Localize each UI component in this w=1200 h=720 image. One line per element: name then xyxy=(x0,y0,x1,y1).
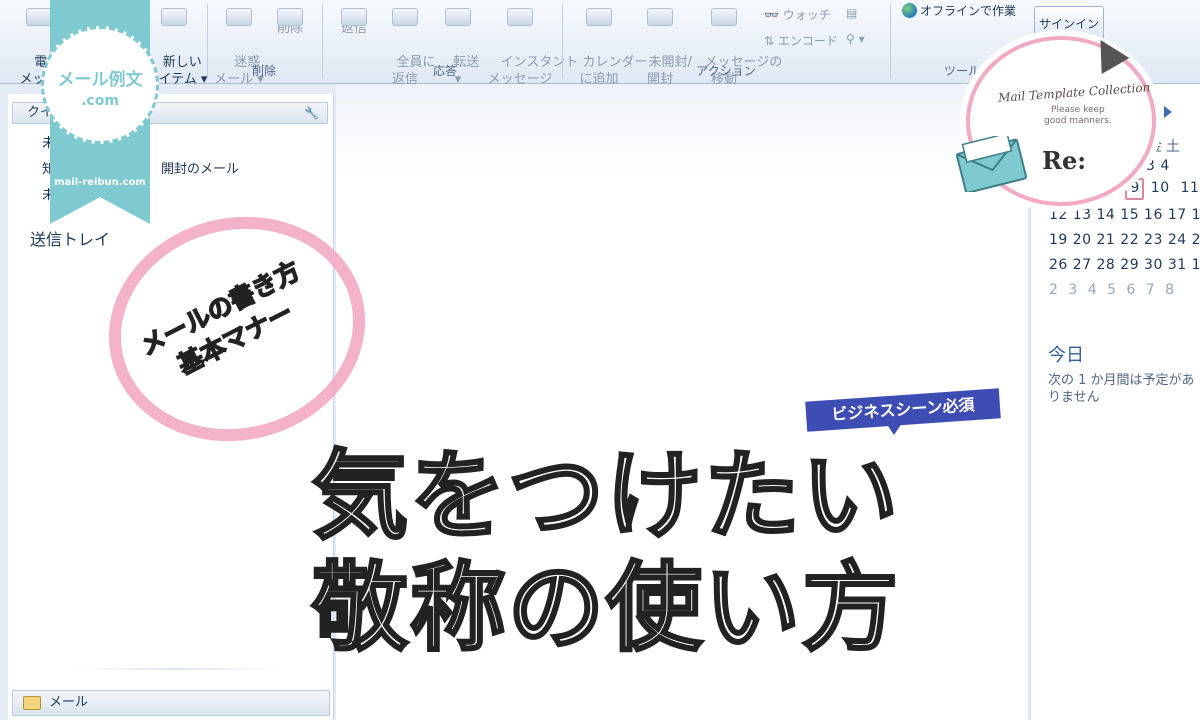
find-button[interactable]: ⚲ ▾ xyxy=(846,32,865,46)
ribbon-separator xyxy=(322,4,323,78)
delete-button[interactable]: 削除 xyxy=(268,8,312,37)
sign-in-label: サインイン xyxy=(1038,17,1099,31)
stamp-subtitle: Please keep good manners. xyxy=(1044,105,1112,126)
instant-message-icon xyxy=(507,8,533,26)
title-line-2: 敬称の使い方 xyxy=(311,551,900,666)
next-month-arrow-icon[interactable] xyxy=(1164,106,1172,118)
calendar-icon xyxy=(586,8,612,26)
ribbon-separator xyxy=(562,4,563,78)
calendar-week-row[interactable]: 26 27 28 29 30 31 1 xyxy=(1049,257,1200,273)
work-offline-label: オフラインで作業 xyxy=(920,4,1017,18)
delete-icon xyxy=(277,8,303,26)
calendar-week-row[interactable]: 12 13 14 15 16 17 18 xyxy=(1049,207,1200,223)
article-title: 気をつけたい 敬称の使い方 xyxy=(296,439,916,666)
group-label-actions: アクション xyxy=(696,64,756,78)
envelope-icon xyxy=(956,136,1028,192)
ribbon-separator xyxy=(890,4,891,78)
junk-icon xyxy=(226,8,252,26)
weekday-label: 土 xyxy=(1166,139,1180,155)
watch-button[interactable]: 👓 ウォッチ xyxy=(764,6,831,23)
calendar-week-row[interactable]: 19 20 21 22 23 24 25 xyxy=(1049,232,1200,248)
title-line-1: 気をつけたい xyxy=(311,439,900,554)
envelope-icon xyxy=(647,8,673,26)
document-icon[interactable]: ▤ xyxy=(846,6,857,20)
forward-icon xyxy=(445,8,471,26)
site-tld: .com xyxy=(81,93,119,109)
new-items-icon xyxy=(161,8,187,26)
mail-nav-button[interactable]: メール xyxy=(12,690,330,716)
badge-tail xyxy=(886,423,902,435)
new-mail-icon xyxy=(26,8,52,26)
mail-icon xyxy=(23,696,41,710)
encode-label: エンコード xyxy=(777,34,838,48)
outbox-label: 送信トレイ xyxy=(30,230,111,249)
site-logo: メール例文 .com xyxy=(41,26,159,144)
move-icon xyxy=(711,8,737,26)
quick-view-item-suffix: 開封のメール xyxy=(161,162,240,177)
encode-button[interactable]: ⇅ エンコード xyxy=(764,32,838,49)
nav-divider xyxy=(68,668,288,670)
watch-label: ウォッチ xyxy=(782,8,831,22)
reply-all-icon xyxy=(392,8,418,26)
group-label-respond: 応答 xyxy=(432,64,457,78)
wrench-icon[interactable]: 🔧 xyxy=(304,103,319,123)
encode-icon: ⇅ xyxy=(764,34,775,48)
ribbon-separator xyxy=(207,4,208,78)
site-url: mail-reibun.com xyxy=(54,177,146,188)
calendar-week-row[interactable]: 3 4 xyxy=(1146,158,1170,174)
globe-icon xyxy=(902,3,917,18)
no-appointments-note: 次の 1 か月間は予定がありません xyxy=(1048,373,1195,405)
stamp-re: Re: xyxy=(1042,146,1087,175)
binoculars-icon: ⚲ xyxy=(846,32,855,46)
reply-icon xyxy=(341,8,367,26)
today-heading: 今日 xyxy=(1048,345,1084,366)
site-name: メール例文 xyxy=(57,70,143,90)
calendar-week-row[interactable]: 2 3 4 5 6 7 8 xyxy=(1049,282,1175,298)
outbox-folder[interactable]: 送信トレイ xyxy=(30,226,110,250)
glasses-icon: 👓 xyxy=(764,8,779,22)
reply-button[interactable]: 返信 xyxy=(332,8,376,37)
group-label-delete: 削除 xyxy=(251,64,276,78)
work-offline-button[interactable]: オフラインで作業 xyxy=(902,2,1016,19)
mail-nav-label: メール xyxy=(49,695,89,710)
find-dropdown-label: ▾ xyxy=(858,32,865,46)
badge-label: ビジネスシーン必須 xyxy=(830,395,976,424)
